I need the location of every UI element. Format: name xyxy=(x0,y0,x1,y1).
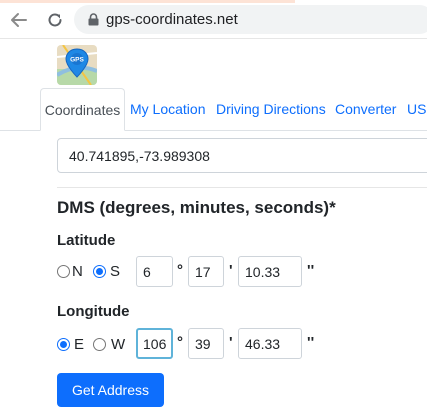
latitude-south-label: S xyxy=(110,263,121,280)
latitude-minute-symbol: ' xyxy=(229,262,233,279)
latitude-degrees-input[interactable] xyxy=(136,256,173,287)
get-address-button[interactable]: Get Address xyxy=(57,373,164,407)
site-logo[interactable]: GPS xyxy=(57,45,97,85)
tabs-border-left xyxy=(0,130,40,131)
latitude-south-radio[interactable] xyxy=(93,265,106,278)
longitude-minute-symbol: ' xyxy=(229,334,233,351)
coordinates-input[interactable] xyxy=(57,138,427,173)
latitude-minutes-input[interactable] xyxy=(188,256,224,287)
map-pin-logo-icon: GPS xyxy=(57,45,97,85)
longitude-seconds-input[interactable] xyxy=(238,328,302,359)
longitude-degree-symbol: ° xyxy=(177,334,183,351)
latitude-second-symbol: '' xyxy=(307,262,315,279)
latitude-label: Latitude xyxy=(57,232,116,249)
arrow-left-icon xyxy=(11,13,27,27)
longitude-label: Longitude xyxy=(57,303,130,320)
tab-converter[interactable]: Converter xyxy=(335,101,396,117)
url-text[interactable]: gps-coordinates.net xyxy=(106,11,238,28)
toolbar-divider xyxy=(0,38,427,39)
longitude-west-radio[interactable] xyxy=(93,338,106,351)
browser-toolbar: gps-coordinates.net xyxy=(0,0,427,38)
dms-heading: DMS (degrees, minutes, seconds)* xyxy=(57,198,336,217)
longitude-east-radio[interactable] xyxy=(57,338,70,351)
address-bar[interactable]: gps-coordinates.net xyxy=(74,5,427,34)
logo-text: GPS xyxy=(70,57,84,64)
latitude-seconds-input[interactable] xyxy=(238,256,302,287)
longitude-second-symbol: '' xyxy=(307,334,315,351)
lock-icon xyxy=(88,13,99,26)
longitude-degrees-input[interactable] xyxy=(136,328,173,359)
longitude-east-label: E xyxy=(74,336,85,353)
tab-driving-directions[interactable]: Driving Directions xyxy=(216,101,326,117)
longitude-west-label: W xyxy=(111,336,126,353)
reload-icon xyxy=(48,13,62,27)
tab-us[interactable]: US xyxy=(407,101,426,117)
section-divider xyxy=(57,187,427,188)
tab-my-location[interactable]: My Location xyxy=(130,101,205,117)
tab-strip-edge xyxy=(0,0,295,3)
tab-coordinates[interactable]: Coordinates xyxy=(40,88,125,131)
tabs-border xyxy=(124,130,427,131)
back-button[interactable] xyxy=(8,9,30,31)
reload-button[interactable] xyxy=(44,9,66,31)
latitude-north-label: N xyxy=(72,263,83,280)
latitude-north-radio[interactable] xyxy=(57,265,70,278)
latitude-degree-symbol: ° xyxy=(177,262,183,279)
longitude-minutes-input[interactable] xyxy=(188,328,224,359)
